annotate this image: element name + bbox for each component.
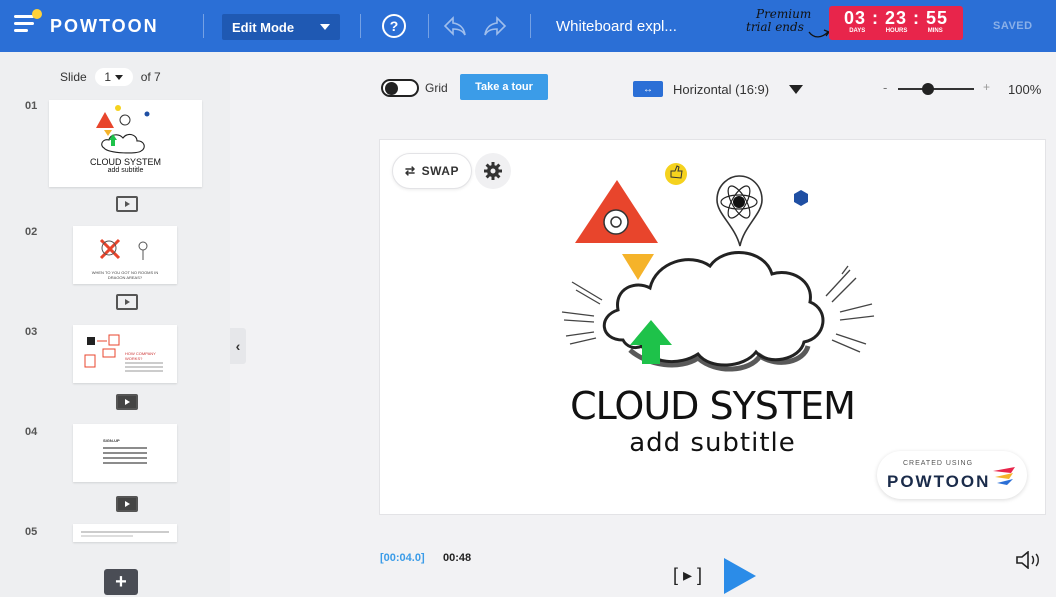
transition-icon[interactable]: [116, 294, 138, 310]
slide-thumbnail-title: CLOUD SYSTEM: [89, 157, 161, 167]
slides-sidebar: Slide 1 of 7 01 CLOUD SYSTEM add subtitl…: [0, 52, 230, 597]
play-button[interactable]: [724, 558, 756, 594]
chevron-down-icon[interactable]: [789, 85, 803, 94]
chevron-down-icon: [115, 74, 124, 80]
aspect-ratio-icon[interactable]: ↔: [633, 81, 663, 97]
slide-number: 05: [25, 526, 38, 538]
swap-icon: ⇄: [405, 164, 416, 178]
slide-canvas[interactable]: ⇄ SWAP CLOUD SYSTEM add subtitle CREATED…: [380, 140, 1045, 514]
slide-thumbnail-4[interactable]: SIGN-UP: [73, 424, 177, 482]
redo-icon[interactable]: [483, 15, 507, 37]
powtoon-logo[interactable]: POWTOON: [50, 16, 159, 37]
help-button[interactable]: ?: [382, 14, 406, 38]
add-slide-button[interactable]: +: [104, 569, 138, 595]
slide-thumbnail-caption: WHEN TO YOU GOT NO ROOMS IN DRAGON AREAS…: [91, 270, 159, 280]
chevron-left-icon: ‹: [235, 338, 241, 354]
slide-number: 04: [25, 426, 38, 438]
transition-icon[interactable]: [116, 496, 138, 512]
premium-trial-text: Premium trial ends: [746, 7, 812, 34]
atom-pin-drawing: [716, 175, 763, 247]
current-time: [00:04.0]: [380, 552, 425, 564]
slide-title[interactable]: CLOUD SYSTEM: [380, 384, 1045, 428]
document-title[interactable]: Whiteboard expl...: [556, 18, 677, 35]
slide-thumbnail-art: [103, 447, 147, 464]
mode-dropdown[interactable]: Edit Mode: [222, 14, 340, 40]
slide-thumbnail-caption: SIGN-UP: [103, 438, 120, 443]
settings-button[interactable]: [475, 153, 511, 189]
grid-label: Grid: [425, 81, 448, 95]
zoom-slider[interactable]: [898, 88, 974, 90]
zoom-out-button[interactable]: -: [883, 80, 887, 95]
powtoon-brand-icon: [993, 467, 1015, 485]
zoom-slider-handle[interactable]: [922, 83, 935, 95]
collapse-sidebar-button[interactable]: ‹: [230, 328, 246, 364]
menu-icon[interactable]: [14, 9, 42, 33]
undo-icon[interactable]: [443, 15, 467, 37]
chevron-down-icon: [320, 24, 330, 30]
total-duration: 00:48: [443, 552, 472, 564]
slide-thumbnail-3[interactable]: HOW COMPANY WORKS?: [73, 325, 177, 383]
transition-icon[interactable]: [116, 196, 138, 212]
slide-number: 02: [25, 226, 38, 238]
save-status: SAVED: [993, 20, 1033, 32]
powtoon-watermark: CREATED USING POWTOON: [877, 451, 1027, 499]
slide-thumbnail-subtitle: add subtitle: [107, 167, 144, 174]
sketch-rays-left: [561, 281, 603, 345]
slide-thumbnail-1[interactable]: CLOUD SYSTEM add subtitle: [49, 100, 202, 187]
slide-thumbnail-caption: HOW COMPANY WORKS?: [125, 351, 156, 361]
grid-toggle[interactable]: [381, 79, 419, 97]
transition-icon[interactable]: [116, 394, 138, 410]
trial-countdown[interactable]: 03 : 23 : 55 DAYS HOURS MINS: [829, 6, 963, 40]
yellow-triangle-shape: [622, 254, 654, 280]
slide-thumbnail-2[interactable]: WHEN TO YOU GOT NO ROOMS IN DRAGON AREAS…: [73, 226, 177, 284]
blue-hexagon-shape: [794, 190, 808, 206]
slide-number: 01: [25, 100, 38, 112]
swap-button[interactable]: ⇄ SWAP: [392, 153, 472, 189]
sketch-rays-right: [825, 265, 875, 353]
take-a-tour-button[interactable]: Take a tour: [460, 74, 548, 100]
play-scene-button[interactable]: [ ▸ ]: [673, 565, 702, 586]
slide-number-dropdown[interactable]: 1: [94, 68, 133, 86]
mode-label: Edit Mode: [232, 19, 295, 35]
top-bar: POWTOON Edit Mode ? Whiteboard expl... P…: [0, 0, 1056, 52]
zoom-in-button[interactable]: +: [983, 80, 990, 94]
zoom-value: 100%: [1008, 82, 1042, 97]
aspect-ratio-dropdown[interactable]: Horizontal (16:9): [673, 82, 769, 97]
slide-thumbnail-5[interactable]: [73, 524, 177, 542]
gear-icon: [484, 162, 502, 180]
slide-pager: Slide 1 of 7: [60, 68, 161, 86]
volume-icon[interactable]: [1015, 551, 1043, 569]
gear-drawing: [603, 209, 629, 235]
thumbs-up-icon: [665, 163, 687, 185]
slide-number: 03: [25, 326, 38, 338]
